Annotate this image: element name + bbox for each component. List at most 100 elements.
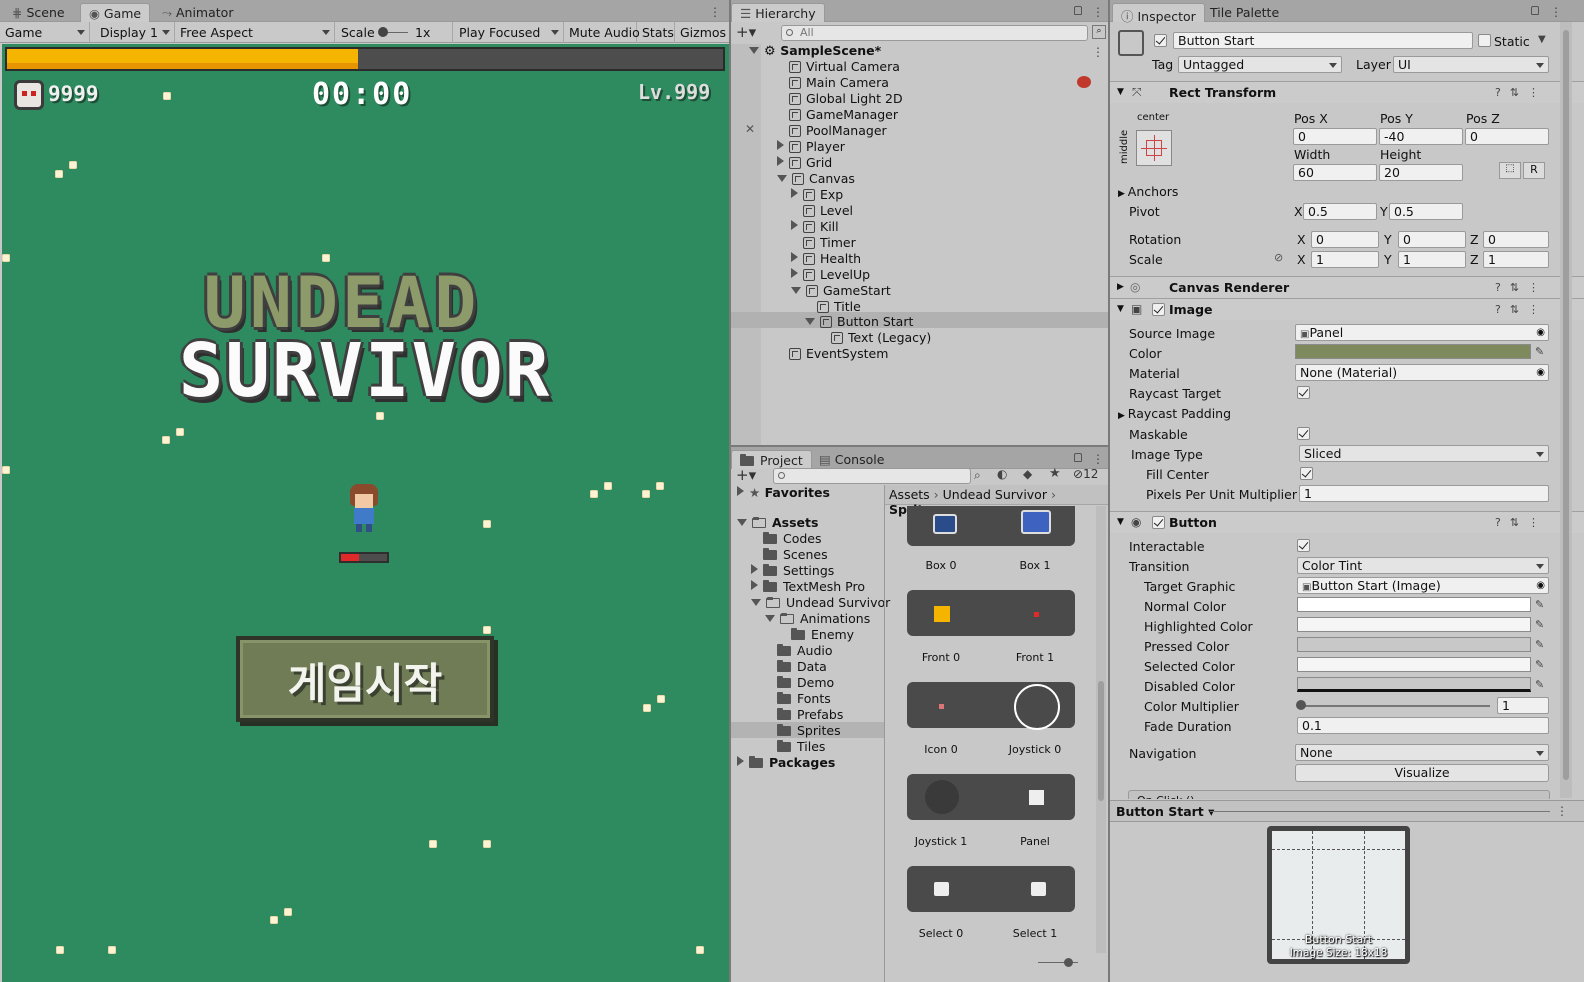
visualize-button[interactable]: Visualize <box>1295 764 1549 782</box>
pivot-x-input[interactable]: 0.5 <box>1303 203 1377 220</box>
expand-arrow-icon[interactable] <box>791 252 798 262</box>
expand-arrow-icon[interactable] <box>791 220 798 230</box>
tab-console[interactable]: ▤ Console <box>811 450 892 469</box>
multiplier-slider[interactable] <box>1300 705 1490 707</box>
highlighted-color-swatch[interactable] <box>1297 617 1531 632</box>
display-dropdown[interactable]: Display 1 <box>95 22 175 43</box>
scene-menu-icon[interactable]: ⋮ <box>1092 45 1104 59</box>
expand-arrow-icon[interactable]: ▶ <box>1118 189 1128 199</box>
navigation-dropdown[interactable]: None <box>1295 744 1549 761</box>
hierarchy-item[interactable]: Grid <box>777 155 832 171</box>
breadcrumb-item[interactable]: Assets <box>889 487 930 502</box>
scale-slider[interactable]: Scale 1x <box>336 22 453 43</box>
tree-item[interactable]: Fonts <box>777 691 831 707</box>
eyedropper-icon[interactable]: ✎ <box>1535 345 1547 358</box>
image-type-dropdown[interactable]: Sliced <box>1299 445 1549 462</box>
layer-dropdown[interactable]: UI <box>1393 56 1549 73</box>
hierarchy-item[interactable]: Player <box>777 139 845 155</box>
game-view[interactable]: 9999 00:00 Lv.999 UNDEAD SURVIVOR 게임시작 <box>2 44 729 982</box>
static-checkbox[interactable] <box>1478 34 1491 47</box>
project-menu-icon[interactable]: ⋮ <box>1092 452 1104 466</box>
active-checkbox[interactable] <box>1154 34 1167 47</box>
tree-item[interactable]: TextMesh Pro <box>751 579 865 595</box>
hierarchy-item[interactable]: Main Camera <box>789 75 889 91</box>
add-icon[interactable]: +▾ <box>736 23 756 41</box>
expand-arrow-icon[interactable] <box>751 599 761 606</box>
tab-scene[interactable]: ⋕ Scene <box>4 3 73 22</box>
chevron-down-icon[interactable]: ▼ <box>1538 34 1546 45</box>
search-filter-icon[interactable]: ⌕ <box>974 468 981 483</box>
eyedropper-icon[interactable]: ✎ <box>1535 658 1547 671</box>
search-filter-icon[interactable]: ⌕ <box>1092 25 1106 39</box>
pos-y-input[interactable]: -40 <box>1379 128 1463 145</box>
hierarchy-item[interactable]: Canvas <box>777 171 855 187</box>
lock-icon[interactable] <box>1531 6 1539 15</box>
preview-target-dropdown[interactable]: Button Start ▾ <box>1116 804 1214 819</box>
tree-favorites[interactable]: ★ Favorites <box>737 485 830 501</box>
target-graphic-field[interactable]: ▣Button Start (Image) ◉ <box>1297 577 1549 594</box>
pos-x-input[interactable]: 0 <box>1293 128 1377 145</box>
start-button[interactable]: 게임시작 <box>236 636 494 722</box>
hierarchy-item[interactable]: GameStart <box>791 283 891 299</box>
eyedropper-icon[interactable]: ✎ <box>1535 598 1547 611</box>
hierarchy-item[interactable]: EventSystem <box>789 346 888 362</box>
collapse-arrow-icon[interactable]: ▼ <box>1117 517 1124 527</box>
tree-packages[interactable]: Packages <box>737 755 835 771</box>
object-name-input[interactable]: Button Start <box>1173 32 1473 49</box>
project-search-input[interactable] <box>773 468 971 484</box>
tree-item[interactable]: Enemy <box>791 627 854 643</box>
scroll-thumb[interactable] <box>1563 30 1569 780</box>
filter-type-icon[interactable]: ◐ <box>997 467 1007 481</box>
gizmos-button[interactable]: Gizmos <box>675 22 729 43</box>
expand-arrow-icon[interactable] <box>791 287 801 294</box>
scale-handle[interactable] <box>378 27 388 37</box>
transition-dropdown[interactable]: Color Tint <box>1297 557 1549 574</box>
rotation-y-input[interactable]: 0 <box>1398 231 1466 248</box>
inspector-menu-icon[interactable]: ⋮ <box>1550 5 1562 19</box>
button-header[interactable]: ▼ ◉ Button ?⇅⋮ <box>1110 511 1584 533</box>
image-enabled-checkbox[interactable] <box>1152 303 1165 316</box>
eyedropper-icon[interactable]: ✎ <box>1535 638 1547 651</box>
ppu-input[interactable]: 1 <box>1299 485 1549 502</box>
height-input[interactable]: 20 <box>1379 164 1463 181</box>
sprite-sheet-card[interactable] <box>907 866 1075 912</box>
expand-arrow-icon[interactable] <box>751 564 758 574</box>
hierarchy-item[interactable]: Level <box>803 203 853 219</box>
hierarchy-menu-icon[interactable]: ⋮ <box>1092 5 1104 19</box>
bug-icon[interactable] <box>1077 76 1091 88</box>
lock-icon[interactable] <box>1074 453 1082 462</box>
fade-duration-input[interactable]: 0.1 <box>1297 717 1549 734</box>
material-field[interactable]: None (Material) ◉ <box>1295 364 1549 381</box>
hierarchy-item[interactable]: Exp <box>791 187 843 203</box>
sprite-sheet-card[interactable] <box>907 590 1075 636</box>
collapse-arrow-icon[interactable]: ▼ <box>1117 304 1124 314</box>
sprite-sheet-card[interactable] <box>907 774 1075 820</box>
expand-arrow-icon[interactable] <box>777 175 787 182</box>
pivot-y-input[interactable]: 0.5 <box>1389 203 1463 220</box>
add-icon[interactable]: +▾ <box>736 466 756 484</box>
scroll-thumb[interactable] <box>1098 681 1104 801</box>
object-picker-icon[interactable]: ◉ <box>1536 578 1545 593</box>
asset-scrollbar[interactable] <box>1096 506 1106 953</box>
component-header-icons[interactable]: ?⇅⋮ <box>1495 303 1548 316</box>
expand-arrow-icon[interactable] <box>791 188 798 198</box>
hierarchy-item[interactable]: LevelUp <box>791 267 870 283</box>
expand-arrow-icon[interactable]: ▶ <box>1118 411 1128 421</box>
rotation-x-input[interactable]: 0 <box>1311 231 1379 248</box>
canvas-renderer-header[interactable]: ▶ ◎ Canvas Renderer ?⇅⋮ <box>1110 276 1584 298</box>
stats-button[interactable]: Stats <box>637 22 675 43</box>
collapse-arrow-icon[interactable]: ▼ <box>1117 87 1124 97</box>
multiplier-handle[interactable] <box>1296 700 1306 710</box>
tab-inspector[interactable]: ⓘ Inspector <box>1112 3 1205 24</box>
hierarchy-item[interactable]: Text (Legacy) <box>831 330 931 346</box>
visibility-hidden-icon[interactable]: ✕ <box>745 122 755 136</box>
expand-arrow-icon[interactable]: ▶ <box>1117 282 1124 292</box>
hierarchy-search-input[interactable]: All <box>781 25 1088 41</box>
expand-arrow-icon[interactable] <box>737 519 747 526</box>
raycast-padding-foldout[interactable]: ▶ Raycast Padding <box>1118 406 1231 421</box>
pressed-color-swatch[interactable] <box>1297 637 1531 652</box>
tree-item[interactable]: Codes <box>763 531 822 547</box>
aspect-dropdown[interactable]: Free Aspect <box>175 22 335 43</box>
tree-item[interactable]: Demo <box>777 675 834 691</box>
tree-item[interactable]: Undead Survivor <box>751 595 890 611</box>
